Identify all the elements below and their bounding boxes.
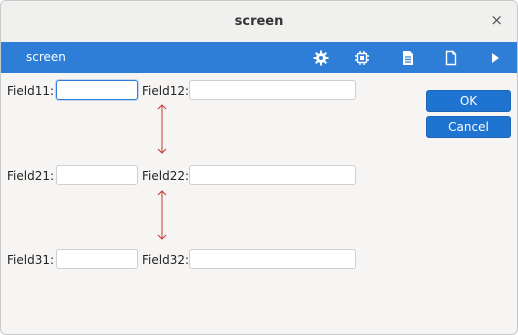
window-title: screen	[234, 14, 284, 29]
field21-input[interactable]	[56, 165, 138, 185]
play-icon[interactable]	[487, 50, 503, 66]
gear-icon[interactable]	[313, 50, 329, 66]
field21-label: Field21:	[7, 169, 55, 183]
field12-label: Field12:	[142, 84, 190, 98]
chip-icon[interactable]	[354, 50, 370, 66]
vertical-arrow-1	[157, 104, 167, 154]
field31-input[interactable]	[56, 249, 138, 269]
field32-input[interactable]	[189, 249, 356, 269]
toolbar: screen	[1, 42, 517, 73]
ok-button[interactable]: OK	[426, 90, 511, 112]
cancel-button[interactable]: Cancel	[426, 116, 511, 138]
field11-input[interactable]	[56, 80, 138, 100]
field31-label: Field31:	[7, 253, 55, 267]
title-bar[interactable]: screen ×	[1, 1, 517, 43]
blank-file-icon[interactable]	[443, 50, 459, 66]
field12-input[interactable]	[189, 80, 356, 100]
dialog-window: screen × screen Field11: Field12: Field2…	[0, 0, 518, 335]
toolbar-title: screen	[26, 50, 66, 64]
close-icon[interactable]: ×	[490, 11, 503, 29]
field32-label: Field32:	[142, 253, 190, 267]
field22-label: Field22:	[142, 169, 190, 183]
document-icon[interactable]	[400, 50, 416, 66]
field22-input[interactable]	[189, 165, 356, 185]
field11-label: Field11:	[7, 84, 55, 98]
vertical-arrow-2	[157, 190, 167, 240]
